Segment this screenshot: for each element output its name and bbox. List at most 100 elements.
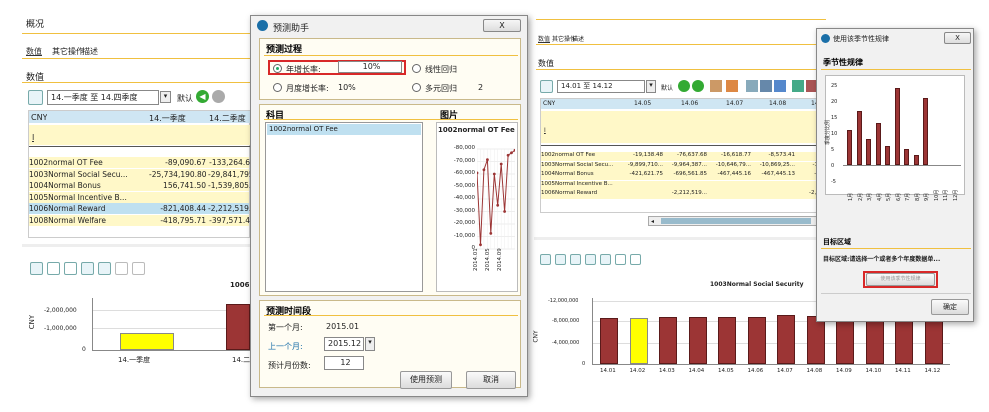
print-icon[interactable] xyxy=(132,262,145,275)
table-row[interactable]: 1002normal OT Fee -19,138.48 -76,637.68 -16… xyxy=(541,152,839,161)
multiple-regression-radio[interactable] xyxy=(412,83,421,92)
bar[interactable] xyxy=(718,316,736,364)
monthly-growth-value[interactable]: 10% xyxy=(338,83,356,92)
table-cell[interactable]: -421,621.75 xyxy=(621,171,663,177)
tab-values[interactable]: 数值 xyxy=(538,34,550,43)
cell-q1[interactable]: 156,741.50 xyxy=(149,181,206,190)
bar[interactable] xyxy=(924,320,943,364)
settings-icon[interactable] xyxy=(615,254,626,265)
table-cell[interactable]: -19,138.48 xyxy=(621,152,663,158)
table-icon[interactable] xyxy=(28,90,43,105)
table-row[interactable]: 1006Normal Reward -821,408.44-2,212,519.4 xyxy=(29,203,250,214)
tool-icon[interactable] xyxy=(774,80,786,92)
table-cell[interactable]: -467,445.13 xyxy=(753,171,795,177)
table-row[interactable]: 1008Normal Welfare -418,795.71 -397,571.4 xyxy=(29,214,250,226)
bar[interactable] xyxy=(120,332,174,350)
ok-button[interactable]: 确定 xyxy=(931,299,969,315)
table-row[interactable]: 1003Normal Social Secu... -25,734,190.80-… xyxy=(29,168,250,180)
bar[interactable] xyxy=(895,320,913,364)
area-chart-icon[interactable] xyxy=(585,254,596,265)
table-view-icon[interactable] xyxy=(540,254,551,265)
bar[interactable] xyxy=(866,139,871,165)
cell-q2[interactable]: -1,539,805.3 xyxy=(208,181,250,190)
bar[interactable] xyxy=(226,303,250,350)
table-row[interactable]: 1006Normal Reward-2,212,519...-2,036,739 xyxy=(541,190,839,199)
table-row[interactable]: 1004Normal Bonus 156,741.50-1,539,805.3 xyxy=(29,180,250,191)
table-cell[interactable]: -10,646,79... xyxy=(709,162,751,168)
tab-description[interactable]: 描述 xyxy=(572,34,584,43)
bar[interactable] xyxy=(865,320,884,364)
monthly-growth-radio[interactable] xyxy=(273,83,282,92)
tool-icon[interactable] xyxy=(760,80,772,92)
bar-chart-icon[interactable] xyxy=(47,262,60,275)
table-cell[interactable]: -2,212,519... xyxy=(665,190,707,196)
table-row[interactable]: 1005Normal Incentive B... xyxy=(541,180,817,190)
table-cell[interactable]: -696,561.85 xyxy=(665,171,707,177)
cell-q1[interactable]: -89,090.67 xyxy=(149,158,206,167)
table-cell[interactable]: -467,445.16 xyxy=(709,171,751,177)
next-arrow-icon[interactable] xyxy=(692,80,704,92)
bar[interactable] xyxy=(688,316,707,364)
calendar-dropdown-icon[interactable]: ▾ xyxy=(365,337,375,351)
close-icon[interactable]: X xyxy=(483,19,521,32)
cell-q1[interactable]: -418,795.71 xyxy=(149,216,206,225)
cell-q2[interactable]: -2,212,519.4 xyxy=(208,204,250,213)
tab-description[interactable]: 描述 xyxy=(82,46,98,57)
bar[interactable] xyxy=(659,316,677,364)
bar[interactable] xyxy=(923,97,928,165)
table-cell[interactable]: -8,573.41 xyxy=(753,152,795,158)
cell-q2[interactable]: -133,264.6 xyxy=(208,158,250,167)
cell-q2[interactable]: -397,571.4 xyxy=(208,216,250,225)
close-icon[interactable]: X xyxy=(944,32,971,44)
bar[interactable] xyxy=(600,317,618,364)
row-i-label[interactable]: I xyxy=(544,127,546,134)
area-chart-icon[interactable] xyxy=(81,262,94,275)
table-row[interactable]: 1002normal OT Fee -89,090.67 -133,264.6 xyxy=(29,157,250,168)
table-icon[interactable] xyxy=(540,80,553,93)
bar[interactable] xyxy=(875,123,881,165)
table-cell[interactable]: -10,869,25... xyxy=(753,162,795,168)
apply-seasonality-button[interactable]: 使用该季节性规律 xyxy=(866,273,935,286)
next-circle-icon[interactable] xyxy=(212,90,225,103)
last-month-input[interactable]: 2015.12 xyxy=(324,337,364,351)
annual-growth-input[interactable]: 10% xyxy=(338,61,402,73)
chevron-down-icon[interactable]: ▾ xyxy=(646,80,656,93)
bar[interactable] xyxy=(885,145,890,165)
tool-icon[interactable] xyxy=(792,80,804,92)
table-view-icon[interactable] xyxy=(30,262,43,275)
tool-icon[interactable] xyxy=(746,80,758,92)
table-cell[interactable]: -76,637.68 xyxy=(665,152,707,158)
multiple-regression-value[interactable]: 2 xyxy=(478,83,483,92)
cell-q2[interactable]: -29,841,795.6 xyxy=(208,170,250,179)
tool-icon[interactable] xyxy=(726,80,738,92)
row-i-label[interactable]: I xyxy=(32,133,34,142)
table-row[interactable]: 1004Normal Bonus -421,621.75 -696,561.85 -4… xyxy=(541,171,839,180)
line-chart-icon[interactable] xyxy=(64,262,77,275)
period-range-select[interactable]: 14.一季度 至 14.四季度 xyxy=(47,90,159,105)
bar[interactable] xyxy=(806,315,825,364)
settings-icon[interactable] xyxy=(115,262,128,275)
line-chart-icon[interactable] xyxy=(570,254,581,265)
bar[interactable] xyxy=(747,316,766,364)
annual-growth-radio[interactable] xyxy=(273,64,282,73)
prev-arrow-icon[interactable] xyxy=(678,80,690,92)
cell-q1[interactable]: -25,734,190.80 xyxy=(149,170,206,179)
bar[interactable] xyxy=(847,129,852,165)
chevron-down-icon[interactable]: ▾ xyxy=(160,91,171,103)
horizontal-scrollbar[interactable]: ◂ xyxy=(648,216,818,226)
bar[interactable] xyxy=(904,149,909,165)
table-row[interactable]: 1005Normal Incentive B... xyxy=(29,191,249,203)
subject-list[interactable]: 1002normal OT Fee xyxy=(265,122,423,292)
prev-arrow-icon[interactable]: ◀ xyxy=(196,90,209,103)
bar-chart-icon[interactable] xyxy=(555,254,566,265)
tab-other-ops[interactable]: 其它操作 xyxy=(52,46,84,57)
cell-q1[interactable]: -821,408.44 xyxy=(149,204,206,213)
export-icon[interactable] xyxy=(600,254,611,265)
bar[interactable] xyxy=(777,314,795,364)
cancel-button[interactable]: 取消 xyxy=(466,371,516,389)
table-cell[interactable]: -9,899,710... xyxy=(621,162,663,168)
bar[interactable] xyxy=(913,155,919,165)
linear-regression-radio[interactable] xyxy=(412,64,421,73)
export-icon[interactable] xyxy=(98,262,111,275)
bar[interactable] xyxy=(894,88,900,165)
